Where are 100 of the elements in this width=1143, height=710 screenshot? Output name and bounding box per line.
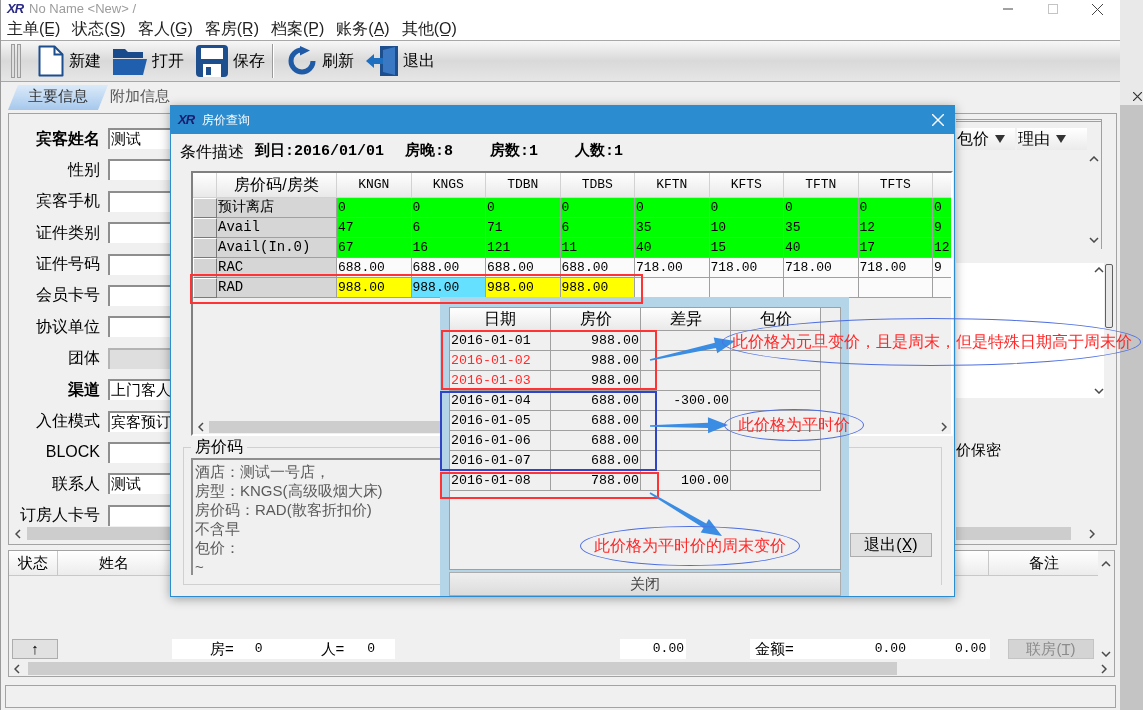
toolbar-button[interactable]: 刷新: [284, 43, 357, 79]
column-header: 备注: [988, 551, 1098, 575]
table-cell: 718.00: [635, 258, 710, 278]
menu-item[interactable]: 客人(G): [137, 19, 193, 39]
tab[interactable]: 主要信息: [8, 85, 108, 110]
table-cell-text: 688.00: [590, 412, 640, 430]
chevron-down-icon: [1094, 388, 1104, 394]
column-header: TFTS: [858, 173, 933, 198]
table-cell-text: -300.00: [672, 392, 730, 410]
exit-button[interactable]: 退出(X): [850, 533, 932, 557]
toolbar-button[interactable]: 退出: [363, 43, 438, 79]
column-header: KFTN: [635, 173, 710, 198]
toolbar-button[interactable]: 新建: [35, 43, 104, 79]
row-selector[interactable]: [193, 198, 217, 218]
up-button[interactable]: ↑: [12, 638, 58, 659]
table-cell: 16: [411, 238, 486, 258]
table-cell: 718.00: [709, 258, 784, 278]
window-title: No Name <New> /: [29, 1, 136, 17]
table-cell: 0: [337, 198, 412, 218]
text-field[interactable]: [108, 504, 170, 526]
table-cell-text: 988.00: [590, 372, 640, 390]
column-header[interactable]: 理由: [1017, 128, 1087, 150]
menu-item[interactable]: 状态(S): [72, 19, 126, 39]
scrollbar-thumb[interactable]: [956, 527, 1071, 540]
table-cell-text: 2016-01-03: [450, 372, 532, 390]
chevron-down-icon: [1089, 237, 1099, 243]
row-selector[interactable]: [193, 238, 217, 258]
menu-item[interactable]: 客房(R): [204, 19, 259, 39]
chevron-right-icon: [941, 421, 947, 432]
tab[interactable]: 附加信息: [108, 85, 172, 110]
row-header: Avail(In.0): [217, 238, 337, 258]
table-cell-text: 2016-01-07: [450, 452, 532, 470]
row-selector[interactable]: [193, 278, 217, 298]
chevron-left-icon: [198, 421, 204, 432]
scrollbar-thumb[interactable]: [27, 527, 170, 540]
row-selector[interactable]: [193, 218, 217, 238]
app-logo: XR: [7, 2, 24, 16]
table-cell: 718.00: [858, 258, 933, 278]
text-field[interactable]: [108, 222, 170, 244]
group-label: 房价码: [194, 439, 244, 455]
table-cell: 988.00: [337, 278, 412, 298]
column-header[interactable]: 包价: [956, 128, 1015, 150]
option-label: 价保密: [956, 440, 1002, 460]
text-field[interactable]: 宾客预订: [108, 410, 170, 432]
row-header: 预计离店: [217, 198, 337, 218]
chevron-up-icon: [1094, 267, 1104, 273]
table-cell: 12: [858, 218, 933, 238]
column-header: TDBS: [560, 173, 635, 198]
dropdown-arrow-icon: [995, 135, 1005, 143]
text-line: ~: [195, 557, 205, 576]
text-field[interactable]: 测试: [108, 128, 170, 149]
text-area[interactable]: 酒店：测试一号店， 房型：KNGS(高级吸烟大床) 房价码：RAD(散客折扣价) 不含早 包价： ~: [191, 458, 440, 575]
field-label: 订房人卡号: [19, 505, 100, 526]
grid-corner: [193, 173, 217, 198]
text-field[interactable]: 测试: [108, 473, 170, 495]
table-cell-text: 2016-01-02: [450, 352, 532, 370]
table-cell-text: 688.00: [590, 432, 640, 450]
table-cell-text: 2016-01-01: [450, 332, 532, 350]
column-header: KNGN: [337, 173, 412, 198]
toolbar-button[interactable]: 打开: [110, 43, 187, 79]
text-field[interactable]: [108, 253, 170, 275]
field-label: 渠道: [67, 379, 100, 400]
chevron-up-icon: [1089, 156, 1099, 162]
table-cell: 6: [560, 218, 635, 238]
field-label: 协议单位: [35, 316, 100, 337]
text-field[interactable]: [108, 159, 170, 181]
field-label: 宾客手机: [35, 191, 100, 212]
table-cell: 688.00: [337, 258, 412, 278]
row-header: RAD: [217, 278, 337, 298]
text-field[interactable]: [108, 284, 170, 306]
table-cell: 0: [933, 198, 951, 218]
text-field[interactable]: 上门客人: [108, 379, 170, 401]
summary-value: 0.00: [874, 639, 906, 658]
maximize-icon: [1047, 4, 1058, 14]
table-cell: 9: [933, 218, 951, 238]
text-field[interactable]: [108, 441, 170, 463]
text-line: 不含早: [195, 519, 241, 538]
menu-item[interactable]: 档案(P): [271, 19, 325, 39]
field-label: 证件类别: [35, 222, 100, 243]
column-header: 差异: [641, 308, 731, 331]
column-header: [933, 173, 951, 198]
scrollbar-thumb[interactable]: [1105, 264, 1113, 328]
chevron-down-icon: [1101, 651, 1111, 657]
toolbar-button[interactable]: 保存: [193, 43, 268, 79]
toolbar-grip[interactable]: [10, 44, 22, 78]
scrollbar-thumb[interactable]: [209, 420, 440, 433]
menu-item[interactable]: 主单(E): [7, 19, 61, 39]
table-cell: 17: [858, 238, 933, 258]
text-field[interactable]: [108, 316, 170, 338]
close-dialog-button[interactable]: 关闭: [449, 572, 841, 596]
table-cell: 35: [784, 218, 859, 238]
text-field[interactable]: [108, 190, 170, 212]
menu-item[interactable]: 账务(A): [336, 19, 390, 39]
field-label: 会员卡号: [35, 285, 100, 306]
table-cell: 10: [709, 218, 784, 238]
chevron-left-icon: [14, 663, 20, 674]
scrollbar-thumb[interactable]: [28, 662, 897, 675]
menu-item[interactable]: 其他(O): [401, 19, 457, 39]
row-selector[interactable]: [193, 258, 217, 278]
app-logo: XR: [178, 113, 195, 127]
